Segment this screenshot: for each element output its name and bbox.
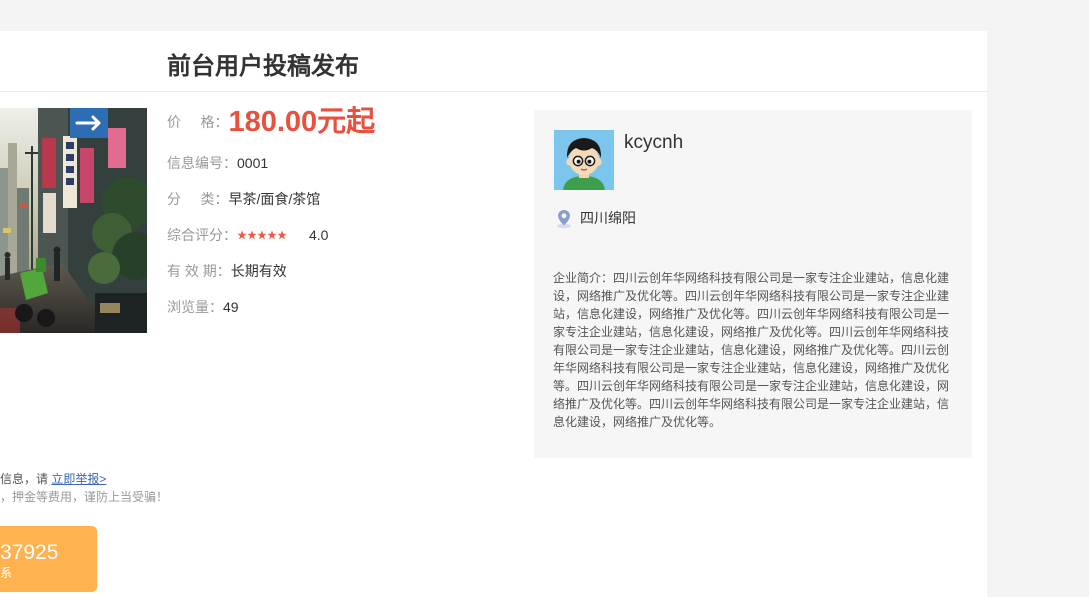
contact-phone-button[interactable]: 37925 系 [0,526,97,592]
report-link[interactable]: 立即举报> [51,472,106,486]
seller-location: 四川绵阳 [580,210,636,226]
category-value: 早茶/面食/茶馆 [228,191,321,207]
listing-photo[interactable] [0,108,147,333]
info-id-label: 信息编号： [167,155,237,171]
rating-star [257,230,267,240]
rating-row: 综合评分： 4.0 [167,217,507,253]
views-label: 浏览量： [167,299,223,315]
price-row: 价 格： 180.00元起 [167,104,507,140]
views-value: 49 [223,299,239,315]
page: 前台用户投稿发布 价 格： 180.00元起 信息编号： 0001 分 类： 早… [0,0,1089,597]
price-value: 180.00元起 [228,106,376,138]
info-id-row: 信息编号： 0001 [167,145,507,181]
validity-label: 有 效 期： [167,263,231,279]
cartoon-boy-avatar [554,130,614,190]
listing-details: 价 格： 180.00元起 信息编号： 0001 分 类： 早茶/面食/茶馆 综… [167,104,507,325]
category-row: 分 类： 早茶/面食/茶馆 [167,181,507,217]
seller-username: kcycnh [624,132,684,153]
rating-star [267,230,277,240]
company-intro: 企业简介：四川云创年华网络科技有限公司是一家专注企业建站，信息化建设，网络推广及… [553,271,950,429]
seller-card: kcycnh 四川绵阳 企业简介：四川云创年华网络科技有限公司是一家专注企业建站… [534,110,972,458]
validity-row: 有 效 期： 长期有效 [167,253,507,289]
rating-star [237,230,247,240]
street-scene-photo [0,108,147,333]
contact-phone-number: 37925 [0,541,59,564]
rating-value: 4.0 [309,227,329,243]
report-notice-text: 信息，请 [0,472,52,486]
title-divider [0,91,987,92]
views-row: 浏览量： 49 [167,289,507,325]
rating-star [277,230,287,240]
rating-star [247,230,257,240]
report-notice: 信息，请 立即举报> [0,470,106,488]
info-id-value: 0001 [237,155,269,171]
map-pin-icon [556,209,572,228]
listing-panel: 前台用户投稿发布 价 格： 180.00元起 信息编号： 0001 分 类： 早… [0,31,987,597]
page-title: 前台用户投稿发布 [167,53,359,80]
rating-label: 综合评分： [167,227,237,243]
rating-stars [237,230,287,240]
contact-label: 系 [0,566,13,580]
validity-value: 长期有效 [230,263,287,279]
fraud-warning: ，押金等费用，谨防上当受骗！ [0,490,169,504]
category-label: 分 类： [167,191,229,207]
price-label: 价 格： [167,114,229,130]
